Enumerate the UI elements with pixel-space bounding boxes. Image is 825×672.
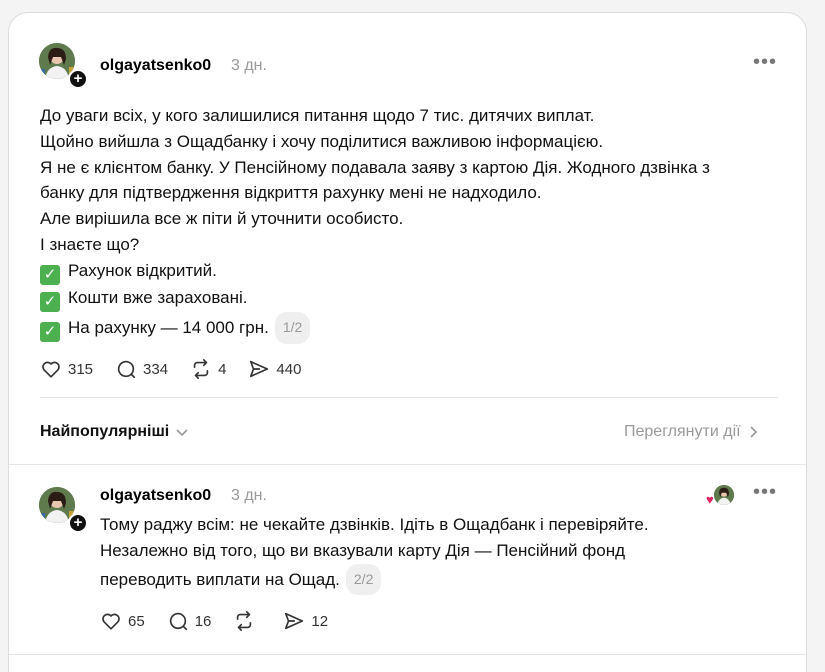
repost-icon: [193, 359, 209, 379]
comment-icon: [169, 612, 187, 631]
like-button[interactable]: 315: [40, 358, 93, 380]
divider: [9, 654, 806, 655]
post-body: До уваги всіх, у кого залишилися питання…: [40, 103, 710, 344]
view-activity-link[interactable]: Переглянути дії: [624, 423, 759, 441]
post-time[interactable]: 3 дн.: [231, 57, 267, 75]
like-count: 315: [68, 360, 94, 378]
thread-card: + olgayatsenko0 3 дн. ••• До уваги всіх,…: [8, 12, 807, 672]
check-icon: ✓: [40, 291, 60, 312]
liked-by-author-avatar: [714, 485, 734, 505]
post-text-line: До уваги всіх, у кого залишилися питання…: [40, 106, 595, 125]
check-icon: ✓: [40, 321, 60, 342]
comment-count: 334: [143, 360, 169, 378]
post-text-line: Тому раджу всім: не чекайте дзвінків. Ід…: [100, 515, 649, 534]
heart-icon: [42, 361, 60, 378]
post-username[interactable]: olgayatsenko0: [100, 487, 211, 505]
post-text-line: Щойно вийшла з Ощадбанку і хочу поділити…: [40, 131, 604, 151]
post-actions: 315 334 4 440: [40, 358, 323, 380]
comment-icon: [117, 360, 136, 379]
comment-button[interactable]: 334: [115, 358, 168, 380]
post-username[interactable]: olgayatsenko0: [100, 57, 211, 75]
share-button[interactable]: 12: [283, 610, 328, 632]
chevron-down-icon: [176, 429, 188, 437]
post-text-line: І знаєте що?: [40, 234, 140, 254]
post-text-line: Незалежно від того, що ви вказували карт…: [100, 540, 625, 560]
post-text-line: переводить виплати на Ощад. 2/2: [100, 563, 649, 596]
more-icon[interactable]: •••: [753, 481, 777, 504]
divider: [9, 464, 806, 465]
like-button[interactable]: 65: [100, 610, 145, 632]
heart-icon: ♥: [706, 492, 714, 507]
post-body: Тому раджу всім: не чекайте дзвінків. Ід…: [100, 512, 649, 596]
share-count: 12: [311, 612, 329, 630]
share-count: 440: [276, 360, 302, 378]
check-line: ✓ Рахунок відкритий.: [40, 258, 710, 285]
check-line: ✓ На рахунку — 14 000 грн. 1/2: [40, 311, 710, 344]
follow-plus-icon[interactable]: +: [68, 69, 88, 89]
chevron-right-icon: [749, 426, 757, 438]
repost-button[interactable]: 4: [190, 358, 226, 380]
share-icon: [250, 360, 269, 378]
comment-count: 16: [194, 612, 212, 630]
sort-label: Найпопулярніші: [40, 423, 170, 440]
follow-plus-icon[interactable]: +: [68, 513, 88, 533]
share-button[interactable]: 440: [248, 358, 301, 380]
repost-icon: [237, 611, 252, 631]
heart-icon: [102, 613, 120, 630]
post-text-line: Я не є клієнтом банку. У Пенсійному пода…: [40, 157, 710, 177]
post-text-line: Але вирішила все ж піти й уточнити особи…: [40, 209, 404, 229]
sort-dropdown[interactable]: Найпопулярніші: [40, 423, 189, 441]
page-counter: 1/2: [274, 311, 311, 344]
repost-button[interactable]: [233, 610, 261, 632]
view-activity-label: Переглянути дії: [624, 423, 741, 440]
like-count: 65: [128, 612, 145, 630]
post-time[interactable]: 3 дн.: [231, 487, 267, 505]
page-counter: 2/2: [345, 563, 382, 596]
check-line: ✓ Кошти вже зараховані.: [40, 285, 710, 312]
share-icon: [285, 612, 304, 630]
comment-button[interactable]: 16: [167, 610, 212, 632]
more-icon[interactable]: •••: [753, 51, 777, 74]
post-actions: 65 16 12: [100, 610, 350, 632]
post-text-line: банку для підтвердження відкриття рахунк…: [40, 183, 542, 203]
check-icon: ✓: [40, 264, 60, 285]
repost-count: 4: [218, 360, 227, 378]
divider: [40, 397, 778, 398]
